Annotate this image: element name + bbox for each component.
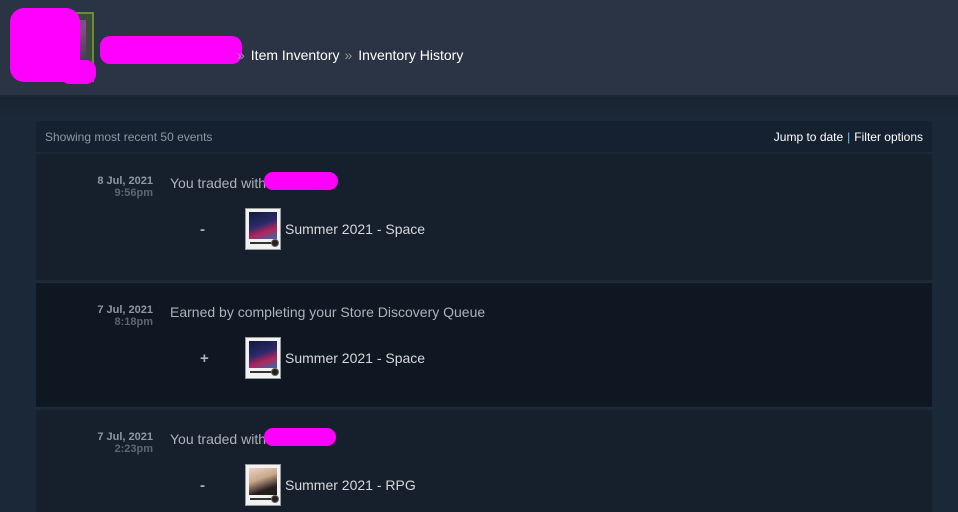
event-change-sign: + — [200, 350, 209, 367]
breadcrumb-separator: » — [344, 47, 353, 63]
toolbar-actions: Jump to date | Filter options — [774, 130, 923, 144]
redaction-mark — [100, 36, 242, 64]
event-change-sign: - — [200, 221, 205, 238]
event-change-sign: - — [200, 477, 205, 494]
event-description: You traded with — [170, 431, 266, 447]
history-event: 7 Jul, 2021 8:18pm Earned by completing … — [36, 282, 932, 408]
event-description: Earned by completing your Store Discover… — [170, 304, 486, 320]
history-toolbar: Showing most recent 50 events Jump to da… — [36, 121, 932, 152]
history-event: 8 Jul, 2021 9:56pm You traded with - Sum… — [36, 154, 932, 280]
event-date: 8 Jul, 2021 — [97, 175, 153, 187]
events-summary: Showing most recent 50 events — [45, 130, 213, 144]
event-description: You traded with — [170, 175, 266, 191]
redaction-mark — [264, 172, 338, 190]
breadcrumb-item-inventory[interactable]: Item Inventory — [251, 47, 340, 63]
event-item[interactable]: Summer 2021 - RPG — [245, 464, 416, 506]
trading-card-rpg-icon — [245, 464, 281, 506]
jump-to-date-link[interactable]: Jump to date — [774, 130, 843, 144]
header-shadow — [0, 97, 958, 117]
filter-options-link[interactable]: Filter options — [854, 130, 923, 144]
event-time: 9:56pm — [114, 187, 153, 199]
history-event: 7 Jul, 2021 2:23pm You traded with - Sum… — [36, 410, 932, 512]
item-name: Summer 2021 - Space — [285, 221, 426, 237]
trading-card-space-icon — [245, 337, 281, 379]
item-name: Summer 2021 - RPG — [285, 477, 416, 493]
page-header: » Item Inventory » Inventory History — [0, 0, 958, 97]
breadcrumb-inventory-history[interactable]: Inventory History — [358, 47, 463, 63]
toolbar-divider: | — [847, 130, 851, 144]
event-item[interactable]: Summer 2021 - Space — [245, 337, 425, 379]
redaction-mark — [264, 428, 336, 446]
event-time: 2:23pm — [114, 443, 153, 455]
event-item[interactable]: Summer 2021 - Space — [245, 208, 425, 250]
event-date: 7 Jul, 2021 — [97, 431, 153, 443]
redaction-mark — [60, 60, 96, 84]
item-name: Summer 2021 - Space — [285, 350, 426, 366]
event-date: 7 Jul, 2021 — [97, 304, 153, 316]
event-time: 8:18pm — [114, 316, 153, 328]
inventory-history-panel: Showing most recent 50 events Jump to da… — [36, 121, 932, 512]
breadcrumb: » Item Inventory » Inventory History — [232, 45, 463, 65]
trading-card-space-icon — [245, 208, 281, 250]
breadcrumb-separator: » — [237, 47, 245, 63]
